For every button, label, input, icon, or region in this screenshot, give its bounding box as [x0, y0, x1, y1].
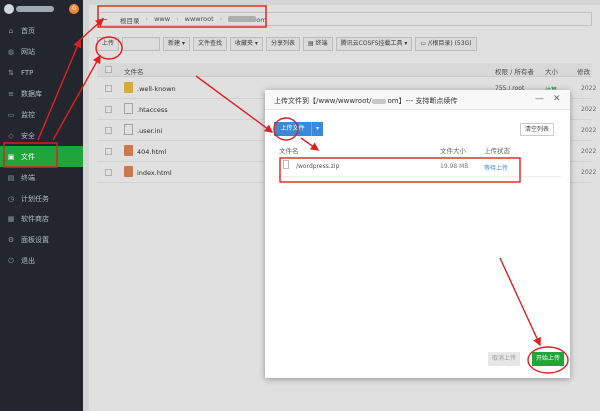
sidebar-item-store[interactable]: ▦ 软件商店: [0, 209, 83, 230]
start-upload-button[interactable]: 开始上传: [532, 352, 564, 366]
sidebar-item-logout[interactable]: ⏻ 退出: [0, 251, 83, 272]
sidebar-item-ftp[interactable]: ⇅ FTP: [0, 63, 83, 84]
col-filesize: 文件大小: [440, 147, 466, 155]
upload-file-size: 19.98 MB: [440, 163, 469, 170]
store-icon: ▦: [7, 215, 15, 224]
sidebar-item-home[interactable]: ⌂ 首页: [0, 21, 83, 42]
sidebar-item-terminal[interactable]: ▤ 终端: [0, 167, 83, 188]
upload-dialog: 上传文件到【/www/wwwroot/om】--- 支持断点续传 — ✕ 上传文…: [265, 90, 570, 378]
terminal-icon: ▤: [7, 173, 15, 182]
user-info: 0: [0, 0, 83, 20]
database-icon: ≡: [8, 90, 14, 99]
sidebar-item-security[interactable]: ◇ 安全: [0, 125, 83, 146]
col-filename: 文件名: [279, 147, 299, 155]
shield-icon: ◇: [8, 131, 14, 140]
sidebar-item-files[interactable]: ▣ 文件: [0, 146, 83, 168]
sidebar-item-cron[interactable]: ◷ 计划任务: [0, 188, 83, 209]
folder-icon: ▣: [7, 152, 15, 161]
file-icon: [283, 160, 289, 169]
logout-icon: ⏻: [8, 257, 14, 266]
redacted-text: [372, 98, 387, 104]
home-icon: ⌂: [8, 27, 14, 36]
upload-file-name: /wordpress.zip: [296, 163, 340, 170]
gear-icon: ⚙: [7, 236, 15, 245]
sidebar-nav: ⌂ 首页 ◍ 网站 ⇅ FTP ≡ 数据库 ▭ 监控 ◇ 安全 ▣ 文件 ▤ 终端 ◷ 计划任务 …: [0, 21, 83, 272]
avatar[interactable]: [4, 4, 14, 14]
ftp-icon: ⇅: [8, 69, 14, 78]
chevron-down-icon[interactable]: ▾: [311, 122, 323, 136]
clear-list-button[interactable]: 清空列表: [520, 123, 555, 136]
dialog-title: 上传文件到【/www/wwwroot/om】--- 支持断点续传: [274, 97, 458, 105]
globe-icon: ◍: [7, 48, 15, 57]
dialog-header: 上传文件到【/www/wwwroot/om】--- 支持断点续传 — ✕: [265, 90, 570, 110]
monitor-icon: ▭: [7, 111, 15, 119]
sidebar-item-monitor[interactable]: ▭ 监控: [0, 105, 83, 126]
sidebar-item-settings[interactable]: ⚙ 面板设置: [0, 230, 83, 251]
col-upload-state: 上传状态: [484, 147, 510, 155]
sidebar: 0 ⌂ 首页 ◍ 网站 ⇅ FTP ≡ 数据库 ▭ 监控 ◇ 安全 ▣ 文件 ▤ 终端 ◷ 计划任…: [0, 0, 83, 411]
cancel-upload-button[interactable]: 取消上传: [488, 352, 520, 366]
minimize-icon[interactable]: —: [535, 94, 544, 104]
upload-file-label[interactable]: 上传文件: [274, 122, 311, 136]
upload-list-item[interactable]: /wordpress.zip 19.98 MB 等待上传: [274, 156, 561, 177]
sidebar-item-database[interactable]: ≡ 数据库: [0, 84, 83, 105]
upload-file-button[interactable]: 上传文件 ▾: [274, 122, 323, 136]
notification-badge[interactable]: 0: [69, 4, 79, 14]
clock-icon: ◷: [7, 194, 15, 203]
username-redacted: [16, 6, 54, 12]
sidebar-item-website[interactable]: ◍ 网站: [0, 42, 83, 63]
close-icon[interactable]: ✕: [553, 94, 561, 104]
upload-file-state: 等待上传: [484, 165, 509, 172]
